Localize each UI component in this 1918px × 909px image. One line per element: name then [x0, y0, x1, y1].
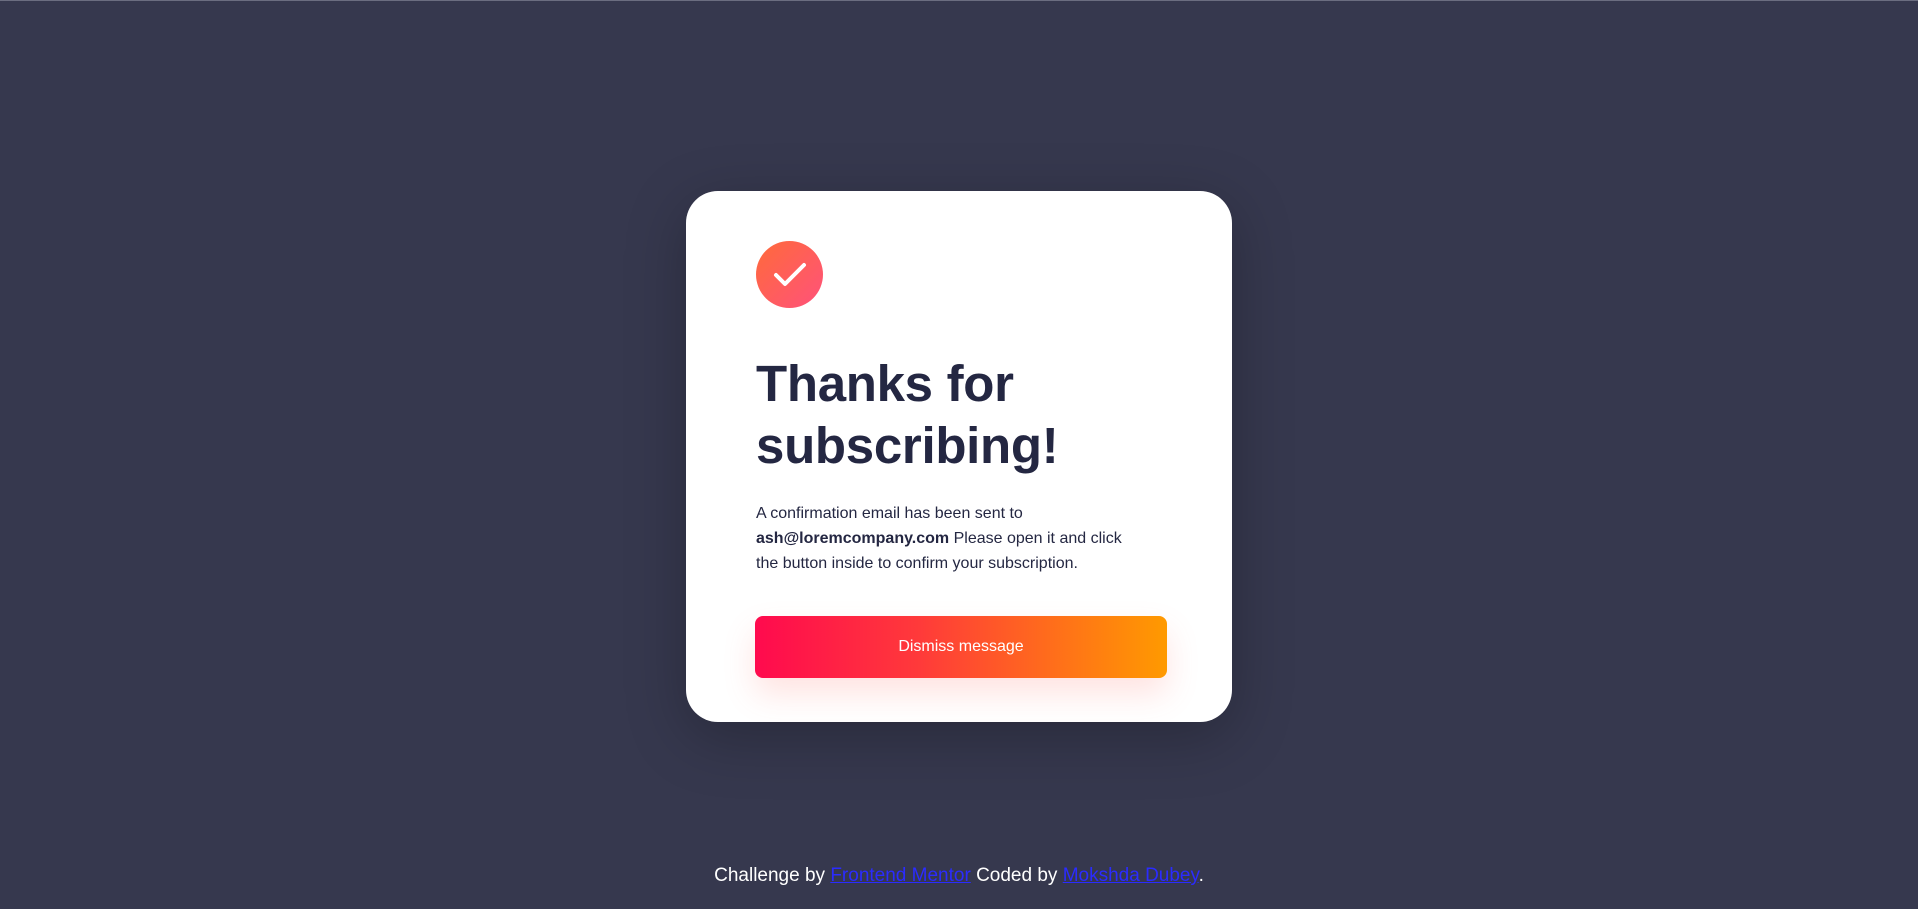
page-title: Thanks for subscribing! — [756, 355, 1059, 474]
check-icon — [756, 241, 823, 308]
attribution-end: . — [1198, 865, 1204, 886]
dismiss-button[interactable]: Dismiss message — [755, 616, 1167, 678]
attribution-coded-text: Coded by — [970, 865, 1063, 886]
attribution: Challenge by Frontend Mentor Coded by Mo… — [0, 865, 1918, 887]
success-card: Thanks for subscribing! A confirmation e… — [686, 191, 1232, 722]
attribution-challenge-text: Challenge by — [714, 865, 831, 886]
confirmation-message: A confirmation email has been sent to as… — [756, 501, 1128, 576]
top-border — [0, 0, 1918, 1]
author-link[interactable]: Mokshda Dubey — [1063, 865, 1199, 886]
email-address: ash@loremcompany.com — [756, 530, 950, 547]
message-text-before: A confirmation email has been sent to — [756, 505, 1023, 522]
checkmark-glyph-icon — [773, 262, 806, 286]
frontend-mentor-link[interactable]: Frontend Mentor — [830, 865, 970, 886]
